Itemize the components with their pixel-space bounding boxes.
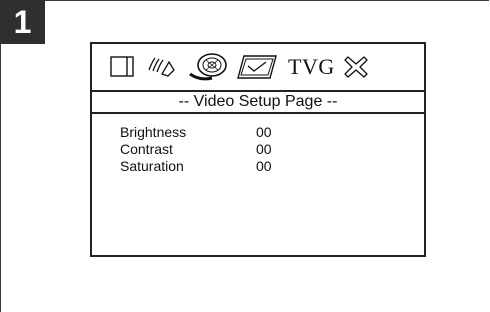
setting-row-brightness[interactable]: Brightness 00: [120, 124, 296, 141]
exit-icon[interactable]: [343, 47, 369, 87]
display-check-icon[interactable]: [236, 47, 280, 87]
setting-row-saturation[interactable]: Saturation 00: [120, 158, 296, 175]
setup-icon-bar: TVG: [92, 44, 424, 90]
setting-value: 00: [256, 158, 272, 174]
general-setup-icon[interactable]: [108, 47, 138, 87]
settings-list: Brightness 00 Contrast 00 Saturation 00: [120, 124, 296, 175]
setting-value: 00: [256, 141, 272, 157]
setting-label: Contrast: [120, 141, 173, 157]
setting-row-contrast[interactable]: Contrast 00: [120, 141, 296, 158]
page-title: -- Video Setup Page --: [92, 90, 424, 114]
video-setup-osd-panel: TVG -- Video Setup Page -- Brightness 00…: [90, 42, 426, 257]
step-number-badge: 1: [0, 0, 45, 44]
setting-label: Brightness: [120, 124, 187, 140]
setting-label: Saturation: [120, 158, 184, 174]
tvg-icon[interactable]: TVG: [286, 47, 337, 87]
setting-value: 00: [256, 124, 272, 140]
disc-video-setup-icon[interactable]: [186, 47, 230, 87]
audio-setup-icon[interactable]: [144, 47, 180, 87]
